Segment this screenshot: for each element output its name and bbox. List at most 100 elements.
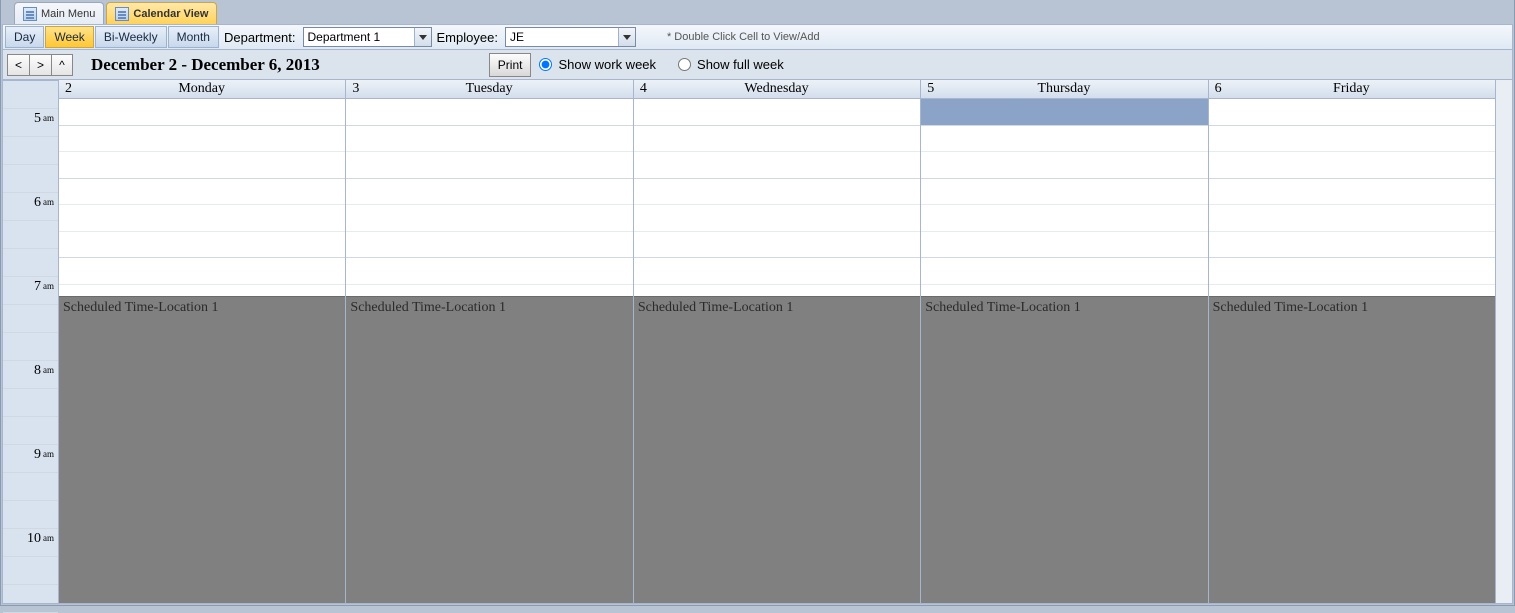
calendar-cell[interactable] (59, 205, 345, 232)
calendar-cell[interactable] (59, 179, 345, 206)
calendar-cell[interactable] (921, 232, 1207, 259)
calendar-cell[interactable] (59, 258, 345, 285)
scheduled-event[interactable]: Scheduled Time-Location 1 (921, 296, 1207, 603)
tab-calendar-view[interactable]: Calendar View (106, 2, 217, 24)
time-label: 8am (3, 361, 58, 389)
department-combo[interactable] (303, 27, 432, 47)
next-button[interactable]: > (29, 54, 51, 76)
time-label: 7am (3, 277, 58, 305)
view-month-button[interactable]: Month (168, 26, 219, 48)
department-input[interactable] (304, 29, 414, 45)
form-icon (115, 7, 129, 21)
calendar-cell[interactable] (346, 99, 632, 126)
calendar-cell[interactable] (1209, 152, 1495, 179)
time-label: 10am (3, 529, 58, 557)
scheduled-event[interactable]: Scheduled Time-Location 1 (59, 296, 345, 603)
calendar-cell[interactable] (1209, 126, 1495, 153)
chevron-down-icon[interactable] (414, 28, 431, 46)
app-frame: Main Menu Calendar View Day Week Bi-Week… (0, 0, 1515, 606)
employee-label: Employee: (433, 30, 504, 45)
calendar-cell[interactable] (59, 232, 345, 259)
day-header[interactable]: 2Monday (59, 80, 345, 99)
calendar-cell[interactable] (634, 179, 920, 206)
calendar-cell[interactable] (346, 152, 632, 179)
calendar-cell[interactable] (634, 126, 920, 153)
calendar-cell[interactable] (634, 99, 920, 126)
scheduled-event[interactable]: Scheduled Time-Location 1 (1209, 296, 1495, 603)
day-column: 3Tuesday Scheduled Time-Location 1 (346, 80, 633, 603)
time-label: 6am (3, 193, 58, 221)
calendar-cell[interactable] (921, 126, 1207, 153)
radio-full-input[interactable] (678, 58, 691, 71)
view-biweekly-button[interactable]: Bi-Weekly (95, 26, 167, 48)
vertical-scrollbar[interactable] (1495, 80, 1512, 603)
chevron-down-icon[interactable] (618, 28, 635, 46)
up-button[interactable]: ^ (51, 54, 73, 76)
calendar-cell[interactable] (634, 258, 920, 285)
form-icon (23, 7, 37, 21)
calendar-cell[interactable] (346, 232, 632, 259)
department-label: Department: (220, 30, 302, 45)
day-number: 6 (1209, 81, 1228, 97)
calendar-cell[interactable] (921, 258, 1207, 285)
calendar-cell[interactable] (921, 99, 1207, 126)
calendar-grid: 5am 6am 7am 8am 9am 10am 2Monday Scheduled Tim… (2, 80, 1513, 604)
day-columns: 2MondayScheduled Time-Location 13Tuesday… (59, 80, 1495, 603)
day-number: 2 (59, 81, 78, 97)
day-column: 4Wednesday Scheduled Time-Location 1 (634, 80, 921, 603)
day-column: 6Friday Scheduled Time-Location 1 (1209, 80, 1495, 603)
view-day-button[interactable]: Day (5, 26, 44, 48)
calendar-cell[interactable] (59, 152, 345, 179)
employee-combo[interactable] (505, 27, 636, 47)
scheduled-event[interactable]: Scheduled Time-Location 1 (346, 296, 632, 603)
tab-main-menu[interactable]: Main Menu (14, 2, 104, 24)
time-label: 5am (3, 109, 58, 137)
day-name: Friday (1228, 81, 1495, 97)
calendar-cell[interactable] (346, 179, 632, 206)
radio-work-input[interactable] (539, 58, 552, 71)
day-header[interactable]: 4Wednesday (634, 80, 920, 99)
view-toolbar: Day Week Bi-Weekly Month Department: Emp… (2, 24, 1513, 50)
calendar-cell[interactable] (1209, 232, 1495, 259)
calendar-cell[interactable] (634, 152, 920, 179)
calendar-cell[interactable] (59, 99, 345, 126)
employee-input[interactable] (506, 29, 618, 45)
nav-button-group: < > ^ (7, 54, 73, 76)
calendar-cell[interactable] (1209, 179, 1495, 206)
tab-bar: Main Menu Calendar View (2, 0, 1513, 24)
radio-full-label: Show full week (697, 57, 784, 72)
calendar-cell[interactable] (1209, 99, 1495, 126)
calendar-cell[interactable] (346, 205, 632, 232)
day-name: Thursday (940, 81, 1207, 97)
calendar-cell[interactable] (59, 126, 345, 153)
day-header[interactable]: 6Friday (1209, 80, 1495, 99)
calendar-cell[interactable] (921, 179, 1207, 206)
day-column: 2Monday Scheduled Time-Location 1 (59, 80, 346, 603)
time-label: 9am (3, 445, 58, 473)
view-week-button[interactable]: Week (45, 26, 93, 48)
day-header[interactable]: 5Thursday (921, 80, 1207, 99)
calendar-cell[interactable] (921, 205, 1207, 232)
nav-row: < > ^ December 2 - December 6, 2013 Prin… (2, 50, 1513, 80)
radio-work-label: Show work week (558, 57, 656, 72)
calendar-cell[interactable] (346, 258, 632, 285)
day-name: Wednesday (653, 81, 920, 97)
day-header[interactable]: 3Tuesday (346, 80, 632, 99)
day-name: Monday (78, 81, 345, 97)
calendar-cell[interactable] (346, 126, 632, 153)
prev-button[interactable]: < (7, 54, 29, 76)
calendar-cell[interactable] (1209, 205, 1495, 232)
day-name: Tuesday (365, 81, 632, 97)
tab-label: Calendar View (133, 8, 208, 20)
calendar-cell[interactable] (1209, 258, 1495, 285)
calendar-cell[interactable] (921, 152, 1207, 179)
day-column: 5Thursday Scheduled Time-Location 1 (921, 80, 1208, 603)
calendar-cell[interactable] (634, 205, 920, 232)
calendar-cell[interactable] (634, 232, 920, 259)
date-range-label: December 2 - December 6, 2013 (91, 55, 320, 75)
scheduled-event[interactable]: Scheduled Time-Location 1 (634, 296, 920, 603)
radio-full-week[interactable]: Show full week (678, 57, 784, 72)
print-button[interactable]: Print (489, 53, 532, 77)
day-number: 3 (346, 81, 365, 97)
radio-work-week[interactable]: Show work week (539, 57, 656, 72)
